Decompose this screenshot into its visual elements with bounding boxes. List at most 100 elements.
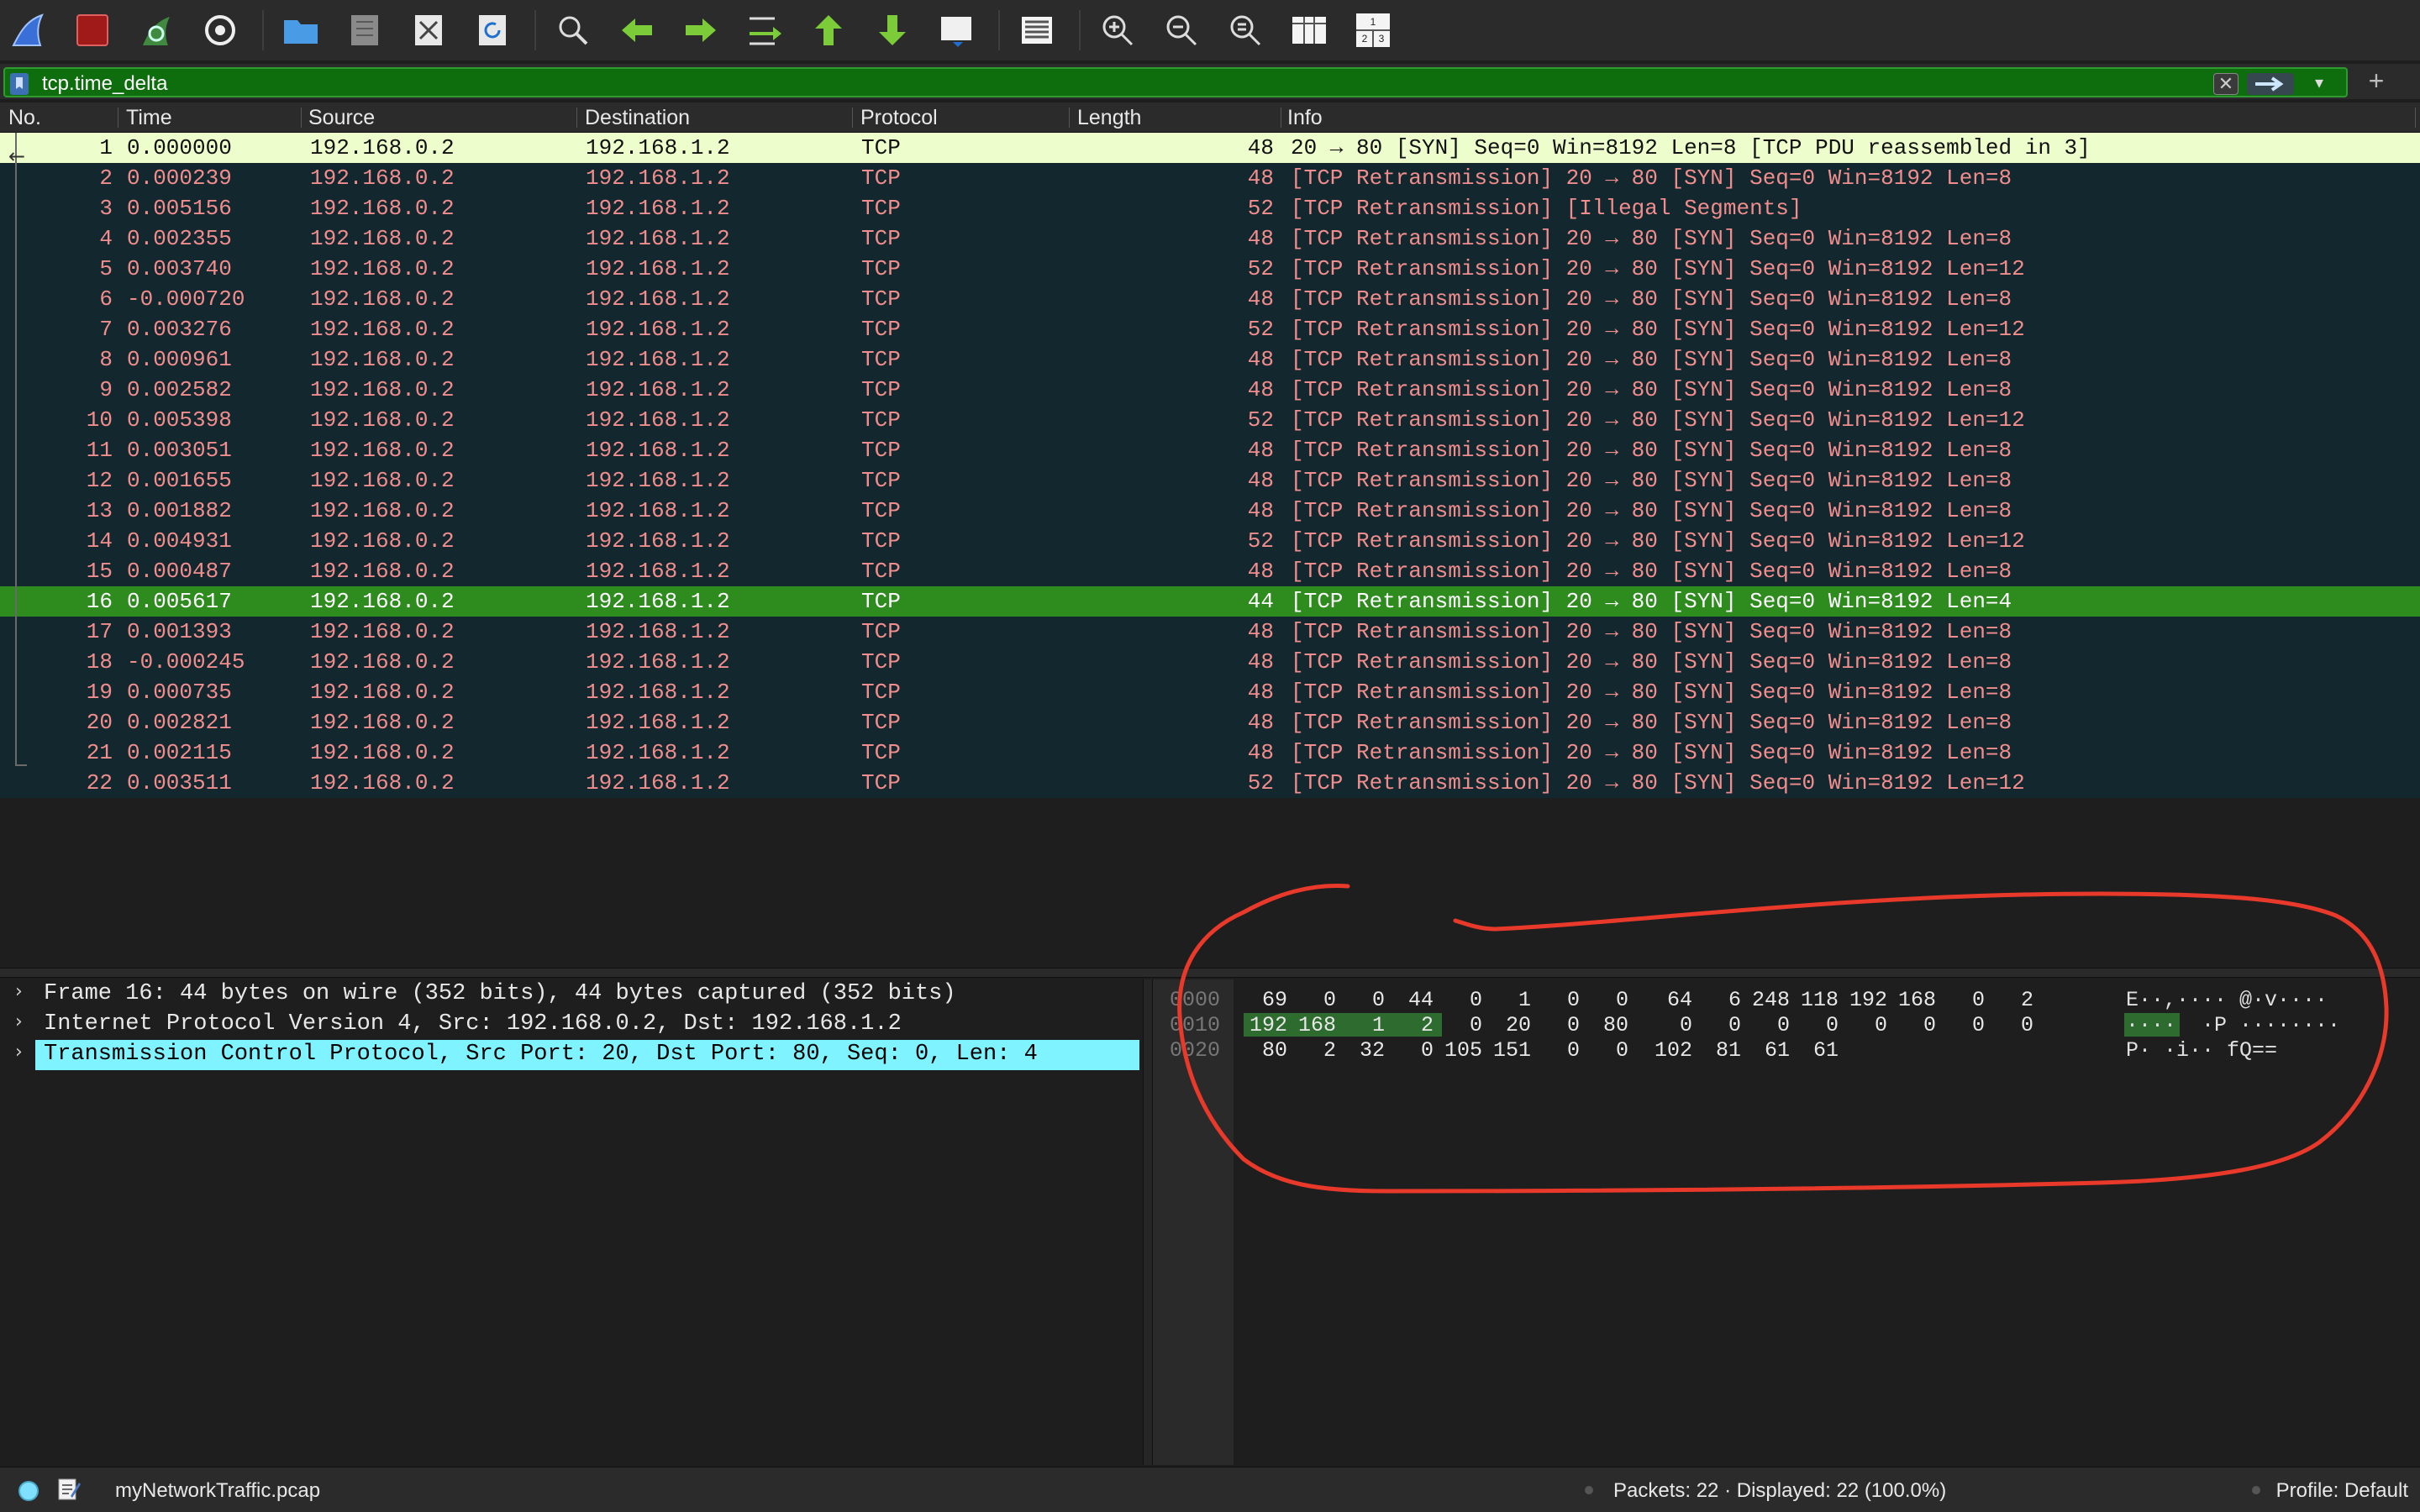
hex-byte[interactable]: 80 xyxy=(1575,1013,1628,1037)
hex-byte[interactable]: 80 xyxy=(1234,1038,1287,1063)
hex-byte[interactable]: 20 xyxy=(1477,1013,1531,1037)
hex-byte[interactable]: 6 xyxy=(1687,988,1741,1012)
hex-byte[interactable]: 0 xyxy=(1428,1013,1482,1037)
packet-row[interactable]: 21 0.002115 192.168.0.2 192.168.1.2 TCP 48 [TC… xyxy=(0,738,2420,768)
packet-row[interactable]: 19 0.000735 192.168.0.2 192.168.1.2 TCP 48 [TC… xyxy=(0,677,2420,707)
hex-byte[interactable]: 192 xyxy=(1833,988,1887,1012)
apply-filter-button[interactable] xyxy=(2247,73,2294,95)
hex-byte[interactable]: 118 xyxy=(1785,988,1839,1012)
hex-byte[interactable]: 0 xyxy=(1526,988,1580,1012)
packet-row[interactable]: 3 0.005156 192.168.0.2 192.168.1.2 TCP 52 [TCP… xyxy=(0,193,2420,223)
hex-byte[interactable]: 0 xyxy=(1526,1038,1580,1063)
hex-byte[interactable]: 0 xyxy=(1331,988,1385,1012)
go-first-button[interactable] xyxy=(805,7,852,54)
column-header-length[interactable]: Length xyxy=(1077,106,1141,129)
hex-byte[interactable]: 61 xyxy=(1736,1038,1790,1063)
ascii-text[interactable]: P· ·i·· fQ== xyxy=(2126,1038,2277,1063)
close-file-button[interactable] xyxy=(405,7,452,54)
packet-row[interactable]: 15 0.000487 192.168.0.2 192.168.1.2 TCP 48 [TC… xyxy=(0,556,2420,586)
clear-filter-button[interactable]: ✕ xyxy=(2213,73,2238,95)
column-header-info[interactable]: Info xyxy=(1287,106,1323,129)
packet-row[interactable]: 6 -0.000720 192.168.0.2 192.168.1.2 TCP 48 [TC… xyxy=(0,284,2420,314)
normal-size-button[interactable] xyxy=(1222,7,1269,54)
details-item-ipv4[interactable]: › Internet Protocol Version 4, Src: 192.… xyxy=(0,1010,1143,1040)
expand-arrow-icon[interactable]: › xyxy=(15,981,23,1002)
packet-row[interactable]: 16 0.005617 192.168.0.2 192.168.1.2 TCP 44 [TC… xyxy=(0,586,2420,617)
add-filter-button[interactable]: + xyxy=(2360,64,2393,99)
column-divider[interactable] xyxy=(576,108,577,128)
packet-row[interactable]: 4 0.002355 192.168.0.2 192.168.1.2 TCP 48 [TCP… xyxy=(0,223,2420,254)
hex-byte[interactable]: 0 xyxy=(1882,1013,1936,1037)
hex-byte[interactable]: 69 xyxy=(1234,988,1287,1012)
hex-byte[interactable]: 0 xyxy=(1931,988,1985,1012)
hex-byte[interactable]: 0 xyxy=(1575,1038,1628,1063)
packet-row[interactable]: 10 0.005398 192.168.0.2 192.168.1.2 TCP 52 [TC… xyxy=(0,405,2420,435)
column-header-time[interactable]: Time xyxy=(126,106,172,129)
hex-byte[interactable]: 0 xyxy=(1833,1013,1887,1037)
hex-byte[interactable]: 0 xyxy=(1736,1013,1790,1037)
hex-byte[interactable]: 0 xyxy=(1785,1013,1839,1037)
go-forward-button[interactable] xyxy=(677,7,724,54)
go-back-button[interactable] xyxy=(613,7,660,54)
column-divider[interactable] xyxy=(852,108,853,128)
column-header-source[interactable]: Source xyxy=(308,106,375,129)
hex-byte[interactable]: 0 xyxy=(1282,988,1336,1012)
hex-byte[interactable]: 64 xyxy=(1639,988,1692,1012)
ascii-text[interactable]: ···· ·P ········ xyxy=(2126,1013,2340,1037)
hex-byte[interactable]: 1 xyxy=(1477,988,1531,1012)
packet-row[interactable]: 13 0.001882 192.168.0.2 192.168.1.2 TCP 48 [TC… xyxy=(0,496,2420,526)
hex-byte[interactable]: 168 xyxy=(1882,988,1936,1012)
hex-byte[interactable]: 0 xyxy=(1687,1013,1741,1037)
stop-capture-button[interactable] xyxy=(69,7,116,54)
capture-comment-icon[interactable] xyxy=(57,1478,81,1503)
packet-row[interactable]: 20 0.002821 192.168.0.2 192.168.1.2 TCP 48 [TC… xyxy=(0,707,2420,738)
status-profile[interactable]: Profile: Default xyxy=(2276,1479,2408,1503)
ascii-text[interactable]: E··,···· @·v···· xyxy=(2126,988,2328,1012)
hex-byte[interactable]: 32 xyxy=(1331,1038,1385,1063)
auto-scroll-button[interactable] xyxy=(933,7,980,54)
packet-row[interactable]: 5 0.003740 192.168.0.2 192.168.1.2 TCP 52 [TCP… xyxy=(0,254,2420,284)
go-last-button[interactable] xyxy=(869,7,916,54)
hex-byte[interactable]: 248 xyxy=(1736,988,1790,1012)
hex-byte[interactable]: 44 xyxy=(1380,988,1434,1012)
pane-splitter[interactable] xyxy=(0,968,2420,978)
go-to-packet-button[interactable] xyxy=(741,7,788,54)
details-item-frame[interactable]: › Frame 16: 44 bytes on wire (352 bits),… xyxy=(0,979,1143,1010)
hex-byte[interactable]: 0 xyxy=(1380,1038,1434,1063)
packet-row[interactable]: 2 0.000239 192.168.0.2 192.168.1.2 TCP 48 [TCP… xyxy=(0,163,2420,193)
save-file-button[interactable] xyxy=(341,7,388,54)
hex-byte[interactable]: 102 xyxy=(1639,1038,1692,1063)
packet-row[interactable]: 14 0.004931 192.168.0.2 192.168.1.2 TCP 52 [TC… xyxy=(0,526,2420,556)
hex-byte[interactable]: 2 xyxy=(1380,1013,1434,1037)
hex-byte[interactable]: 0 xyxy=(1428,988,1482,1012)
packet-row[interactable]: 22 0.003511 192.168.0.2 192.168.1.2 TCP 52 [TC… xyxy=(0,768,2420,798)
hex-byte[interactable]: 0 xyxy=(1980,1013,2033,1037)
packet-row[interactable]: 1 0.000000 192.168.0.2 192.168.1.2 TCP 48 20 →… xyxy=(0,133,2420,163)
zoom-out-button[interactable] xyxy=(1158,7,1205,54)
colorize-button[interactable] xyxy=(1013,7,1060,54)
column-header-no[interactable]: No. xyxy=(8,106,41,129)
hex-byte[interactable]: 2 xyxy=(1980,988,2033,1012)
packet-row[interactable]: 11 0.003051 192.168.0.2 192.168.1.2 TCP 48 [TC… xyxy=(0,435,2420,465)
hex-byte[interactable]: 168 xyxy=(1282,1013,1336,1037)
restart-capture-button[interactable] xyxy=(133,7,180,54)
hex-byte[interactable]: 151 xyxy=(1477,1038,1531,1063)
bookmark-icon[interactable] xyxy=(10,73,29,95)
shark-fin-button[interactable] xyxy=(5,7,52,54)
capture-options-button[interactable] xyxy=(197,7,244,54)
find-packet-button[interactable] xyxy=(550,7,597,54)
filter-history-dropdown[interactable]: ▾ xyxy=(2304,71,2334,96)
packet-row[interactable]: 12 0.001655 192.168.0.2 192.168.1.2 TCP 48 [TC… xyxy=(0,465,2420,496)
filter-text[interactable]: tcp.time_delta xyxy=(42,72,167,96)
details-item-tcp[interactable]: › Transmission Control Protocol, Src Por… xyxy=(0,1040,1143,1070)
display-filter-input[interactable]: tcp.time_delta ✕ ▾ xyxy=(3,67,2348,97)
hex-byte[interactable]: 2 xyxy=(1282,1038,1336,1063)
vertical-splitter[interactable] xyxy=(1143,979,1153,1465)
open-file-button[interactable] xyxy=(277,7,324,54)
column-header-destination[interactable]: Destination xyxy=(585,106,690,129)
hex-byte[interactable]: 0 xyxy=(1575,988,1628,1012)
column-header-protocol[interactable]: Protocol xyxy=(860,106,938,129)
hex-byte[interactable]: 0 xyxy=(1526,1013,1580,1037)
layout-button[interactable]: 123 xyxy=(1349,7,1397,54)
column-divider[interactable] xyxy=(301,108,302,128)
